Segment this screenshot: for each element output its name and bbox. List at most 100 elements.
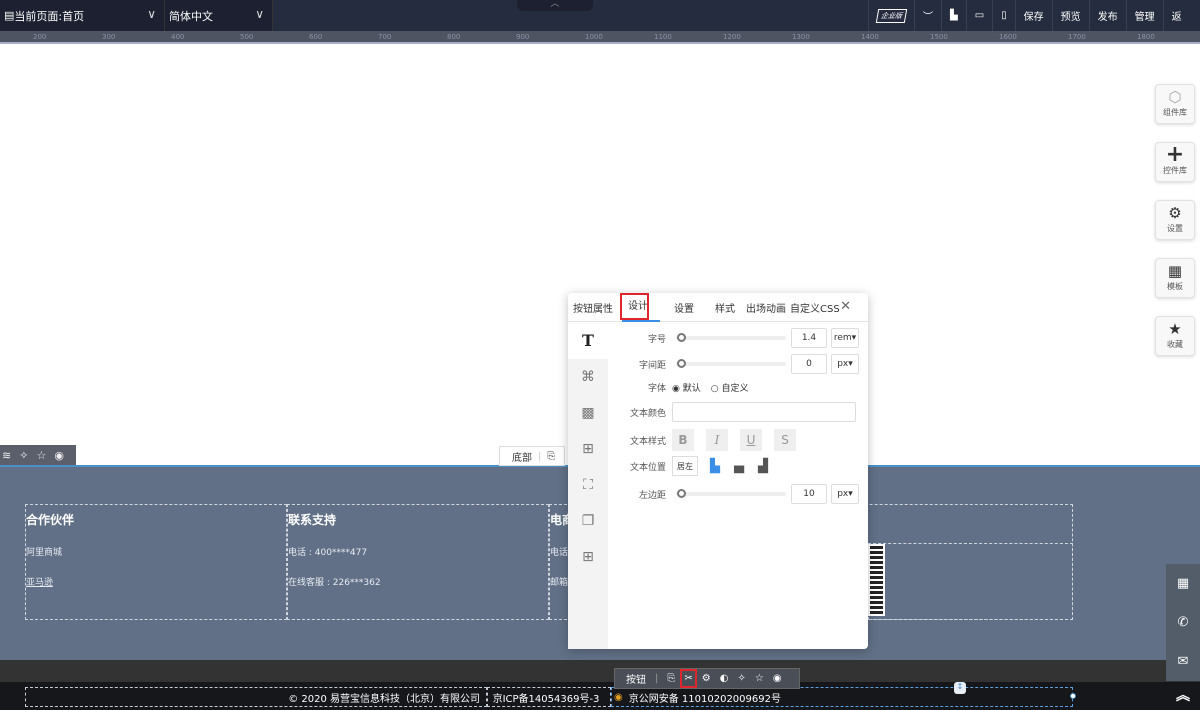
ruler-label: 800 bbox=[447, 33, 461, 41]
ruler-label: 200 bbox=[33, 33, 47, 41]
font-default-radio[interactable]: ◉ 默认 bbox=[672, 381, 701, 394]
bold-button[interactable]: B bbox=[672, 429, 694, 451]
strikethrough-button[interactable]: S bbox=[774, 429, 796, 451]
letter-spacing-unit-select[interactable]: px ▾ bbox=[831, 354, 859, 374]
phone-icon[interactable]: ✆ bbox=[1166, 603, 1200, 642]
design-category-nav: T ⌘ ▩ ⊞ ⛶ ❐ ⊞ bbox=[568, 323, 608, 649]
copyright-bar: © 2020 易营宝信息科技（北京）有限公司 京ICP备14054369号-3 … bbox=[0, 682, 1200, 710]
icp-text[interactable]: 京ICP备14054369号-3 bbox=[487, 687, 611, 707]
horizontal-ruler: 200 300 400 500 600 700 800 900 1000 1100 1200 1300… bbox=[0, 31, 1200, 44]
corner-icon[interactable]: ⛶ bbox=[568, 467, 608, 503]
footer-column: 联系支持 电话 : 400****477 在线客服 : 226***362 bbox=[287, 504, 549, 620]
left-margin-unit-select[interactable]: px ▾ bbox=[831, 484, 859, 504]
language-select[interactable]: 简体中文 ∨ bbox=[165, 0, 273, 31]
eye-closed-icon: ︶ bbox=[923, 12, 933, 23]
ruler-label: 900 bbox=[516, 33, 530, 41]
letter-spacing-input[interactable]: 0 bbox=[791, 354, 827, 374]
mobile-view-toggle[interactable]: ︶ bbox=[914, 0, 941, 31]
ruler-label: 1400 bbox=[861, 33, 879, 41]
close-icon[interactable]: ✕ bbox=[835, 299, 851, 314]
text-position-value[interactable]: 居左 bbox=[672, 456, 698, 476]
border-icon[interactable]: ⊞ bbox=[568, 431, 608, 467]
police-record[interactable]: ◉ 京公网安备 11010202009692号 bbox=[611, 687, 1073, 707]
align-button[interactable]: ▙ bbox=[941, 0, 966, 31]
star-outline-icon[interactable]: ☆ bbox=[36, 449, 46, 462]
italic-button[interactable]: I bbox=[706, 429, 728, 451]
font-custom-radio[interactable]: ○ 自定义 bbox=[711, 381, 749, 394]
palette-icon[interactable]: ◐ bbox=[720, 673, 729, 684]
gears-icon: ⚙ bbox=[1168, 204, 1182, 222]
star-outline-icon[interactable]: ☆ bbox=[755, 673, 764, 684]
button-toolbar: 按钮 | ⎘ ✂ ⚙ ◐ ✧ ☆ ◉ bbox=[614, 668, 800, 689]
text-color-input[interactable] bbox=[672, 402, 856, 422]
shadow-icon[interactable]: ❐ bbox=[568, 503, 608, 539]
tab-button-properties[interactable]: 按钮属性 bbox=[568, 300, 613, 315]
edit-icon[interactable]: ⎘ bbox=[667, 673, 675, 684]
ruler-label: 400 bbox=[171, 33, 185, 41]
favorites-button[interactable]: ★ 收藏 bbox=[1155, 316, 1195, 356]
font-size-input[interactable]: 1.4 bbox=[791, 328, 827, 348]
tab-style[interactable]: 样式 bbox=[710, 300, 735, 315]
letter-spacing-slider[interactable] bbox=[676, 359, 786, 368]
underline-button[interactable]: U bbox=[740, 429, 762, 451]
qr-icon[interactable]: ▦ bbox=[1166, 564, 1200, 603]
align-center-icon[interactable]: ▄ bbox=[734, 459, 744, 474]
eye-icon[interactable]: ◉ bbox=[54, 449, 64, 462]
manage-button[interactable]: 管理 bbox=[1125, 0, 1163, 31]
tab-settings[interactable]: 设置 bbox=[669, 300, 694, 315]
desktop-view-button[interactable]: ▭ bbox=[965, 0, 992, 31]
mail-icon[interactable]: ✉ bbox=[1166, 642, 1200, 681]
spacing-icon[interactable]: ⊞ bbox=[568, 539, 608, 575]
left-margin-input[interactable]: 10 bbox=[791, 484, 827, 504]
ruler-label: 1500 bbox=[930, 33, 948, 41]
star-icon: ★ bbox=[1168, 320, 1182, 338]
background-icon[interactable]: ▩ bbox=[568, 395, 608, 431]
ruler-label: 1200 bbox=[723, 33, 741, 41]
template-button[interactable]: ▦ 模板 bbox=[1155, 258, 1195, 298]
left-margin-slider[interactable] bbox=[676, 489, 786, 498]
preview-button[interactable]: 预览 bbox=[1051, 0, 1089, 31]
chevron-down-icon: ∨ bbox=[147, 7, 156, 21]
font-size-unit-select[interactable]: rem ▾ bbox=[831, 328, 859, 348]
ruler-label: 1000 bbox=[585, 33, 603, 41]
footer-link[interactable]: 阿里商城 bbox=[26, 545, 286, 558]
footer-column: 合作伙伴 阿里商城 亚马逊 bbox=[25, 504, 287, 620]
footer-link[interactable]: 亚马逊 bbox=[26, 575, 286, 588]
align-left-icon[interactable]: ▙ bbox=[710, 459, 720, 474]
collapse-toolbar-button[interactable]: ︿ bbox=[517, 0, 593, 11]
magic-icon[interactable]: ✧ bbox=[19, 449, 28, 462]
layers-icon[interactable]: ≋ bbox=[2, 449, 11, 462]
page-select[interactable]: ▤ 当前页面:首页 ∨ bbox=[0, 0, 165, 31]
edit-icon[interactable]: ⎘ bbox=[547, 451, 555, 462]
resize-handle[interactable]: ↕ bbox=[954, 682, 966, 694]
phone-view-button[interactable]: ▯ bbox=[992, 0, 1015, 31]
cube-icon: ⬡ bbox=[1168, 88, 1182, 106]
shape-icon[interactable]: ⌘ bbox=[568, 359, 608, 395]
ruler-label: 1700 bbox=[1068, 33, 1086, 41]
eye-icon[interactable]: ◉ bbox=[773, 673, 782, 684]
publish-button[interactable]: 发布 bbox=[1088, 0, 1126, 31]
edition-badge[interactable]: 企业版 bbox=[868, 0, 914, 31]
control-library-button[interactable]: + 控件库 bbox=[1155, 142, 1195, 182]
tab-custom-css[interactable]: 自定义CSS bbox=[790, 300, 840, 315]
save-button[interactable]: 保存 bbox=[1014, 0, 1052, 31]
text-icon[interactable]: T bbox=[568, 323, 608, 359]
tab-animation[interactable]: 出场动画 bbox=[741, 300, 786, 315]
component-library-button[interactable]: ⬡ 组件库 bbox=[1155, 84, 1195, 124]
footer-section-label[interactable]: 底部 | ⎘ bbox=[499, 446, 565, 466]
gear-icon[interactable]: ⚙ bbox=[702, 673, 711, 684]
resize-handle[interactable] bbox=[1070, 693, 1076, 699]
footer-bottom-bar bbox=[0, 660, 1200, 682]
magic-icon[interactable]: ✧ bbox=[737, 673, 745, 684]
back-to-top-icon[interactable]: ︽ bbox=[1176, 685, 1190, 705]
floating-contact-bar: ▦ ✆ ✉ bbox=[1166, 564, 1200, 681]
back-button[interactable]: 返 bbox=[1162, 0, 1190, 31]
settings-button[interactable]: ⚙ 设置 bbox=[1155, 200, 1195, 240]
copyright-text: © 2020 易营宝信息科技（北京）有限公司 bbox=[25, 687, 487, 707]
font-size-slider[interactable] bbox=[676, 333, 786, 342]
align-right-icon[interactable]: ▟ bbox=[758, 459, 768, 474]
section-toolbar: ≋ ✧ ☆ ◉ bbox=[0, 445, 76, 465]
ruler-label: 1300 bbox=[792, 33, 810, 41]
qr-container bbox=[868, 543, 1073, 620]
design-icon[interactable]: ✂ bbox=[680, 669, 697, 688]
